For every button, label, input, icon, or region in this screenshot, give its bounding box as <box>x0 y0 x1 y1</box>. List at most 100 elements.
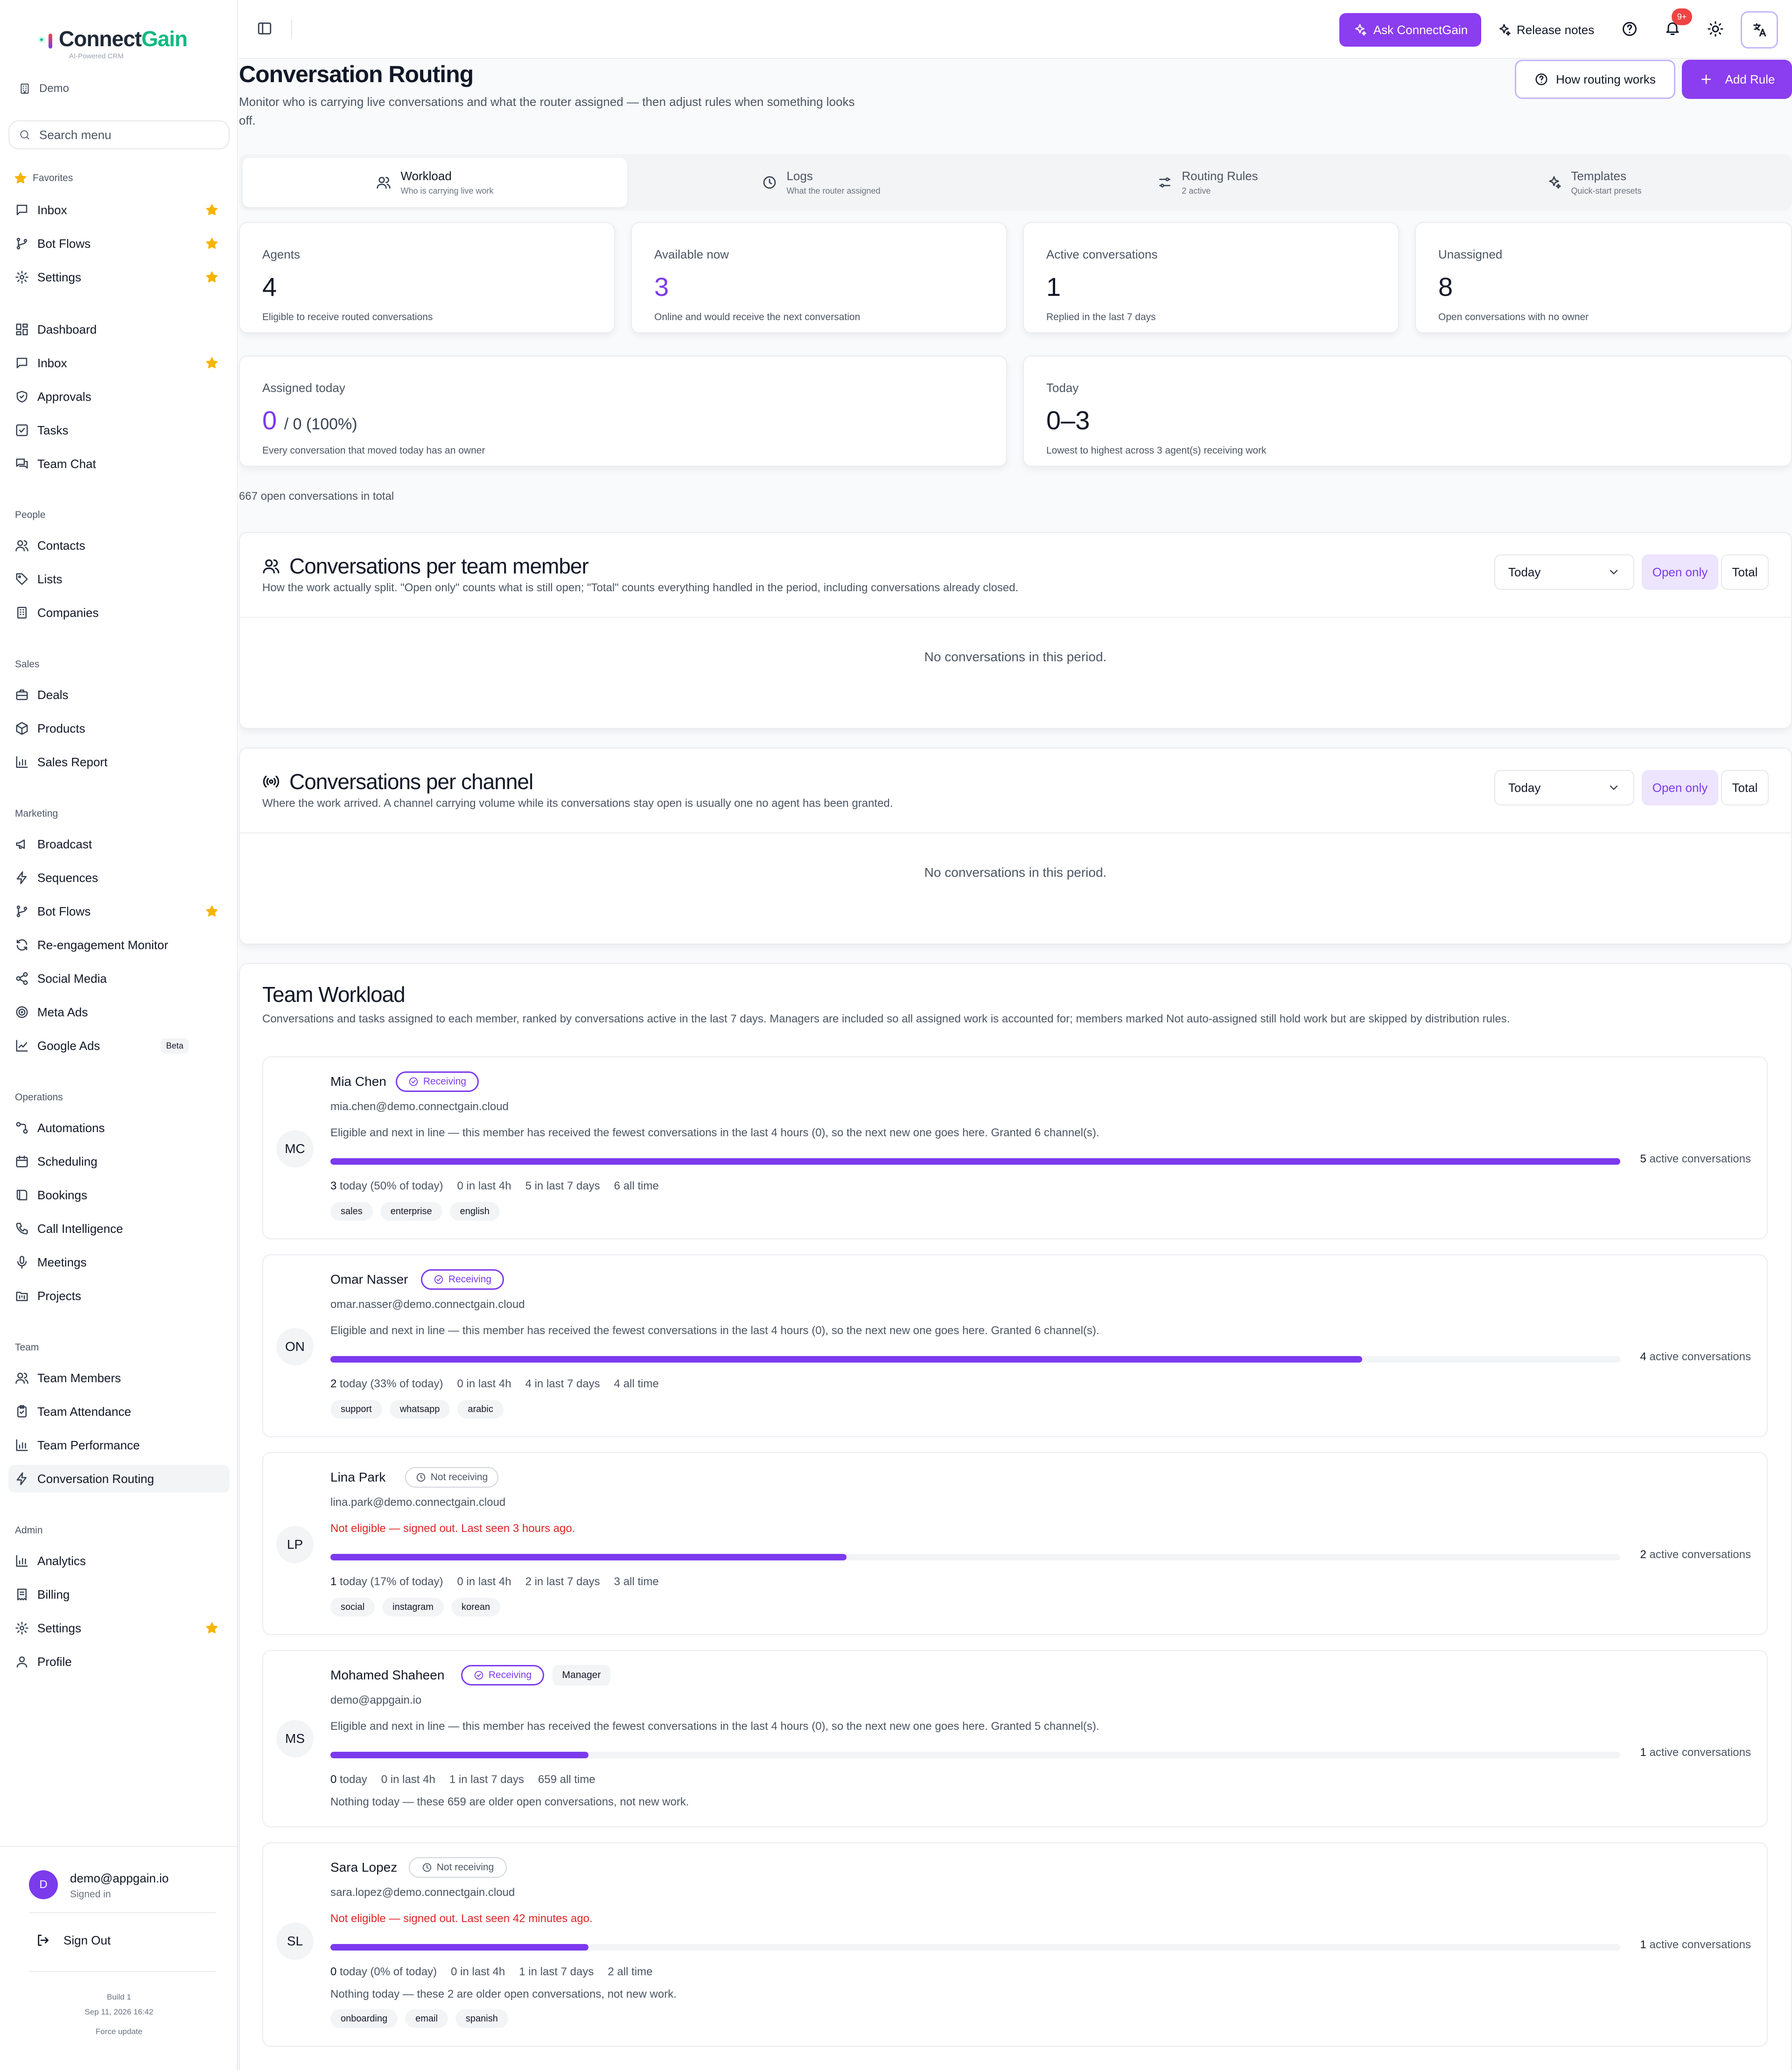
sidebar-item-analytics[interactable]: Analytics <box>8 1547 230 1575</box>
fav-item-inbox[interactable]: Inbox <box>8 196 230 224</box>
total-toggle[interactable]: Total <box>1721 554 1769 590</box>
clipboard-check-icon <box>15 1405 29 1419</box>
member-email: sara.lopez@demo.connectgain.cloud <box>330 1886 515 1899</box>
star-icon[interactable] <box>205 271 218 284</box>
sidebar-item-meetings[interactable]: Meetings <box>8 1248 230 1276</box>
star-icon[interactable] <box>205 905 218 918</box>
sidebar-toggle-icon[interactable] <box>257 21 273 36</box>
sidebar-item-projects[interactable]: Projects <box>8 1282 230 1310</box>
sidebar-item-re-engagement-monitor[interactable]: Re-engagement Monitor <box>8 931 230 959</box>
divider <box>29 1971 216 1972</box>
plus-icon <box>1699 72 1713 86</box>
ask-connectgain-button[interactable]: Ask ConnectGain <box>1339 13 1481 47</box>
sidebar-item-profile[interactable]: Profile <box>8 1648 230 1676</box>
sidebar-item-team-members[interactable]: Team Members <box>8 1364 230 1392</box>
status-badge: Not receiving <box>409 1857 507 1878</box>
sidebar-item-settings[interactable]: Settings <box>8 1614 230 1642</box>
sidebar-item-scheduling[interactable]: Scheduling <box>8 1147 230 1175</box>
sidebar-item-automations[interactable]: Automations <box>8 1114 230 1142</box>
open-only-toggle[interactable]: Open only <box>1642 770 1718 805</box>
star-icon[interactable] <box>205 357 218 370</box>
divider <box>240 832 1791 833</box>
sidebar-item-conversation-routing[interactable]: Conversation Routing <box>8 1465 230 1493</box>
sign-out-button[interactable]: Sign Out <box>35 1933 111 1948</box>
section-label-admin: Admin <box>15 1525 43 1536</box>
fav-item-bot-flows[interactable]: Bot Flows <box>8 230 230 258</box>
sidebar-item-sales-report[interactable]: Sales Report <box>8 748 230 776</box>
member-card[interactable]: ON Omar Nasser Receiving omar.nasser@dem… <box>262 1254 1768 1437</box>
star-icon[interactable] <box>205 203 218 217</box>
sidebar-item-google-ads[interactable]: Google Ads Beta <box>8 1032 230 1060</box>
sidebar-item-broadcast[interactable]: Broadcast <box>8 830 230 858</box>
tab-sublabel: 2 active <box>1182 186 1211 196</box>
chevron-down-icon <box>1607 781 1620 794</box>
sparkles-icon <box>1353 23 1367 37</box>
period-select[interactable]: Today <box>1494 554 1634 590</box>
tab-workload[interactable]: Workload Who is carrying live work <box>243 158 627 207</box>
sidebar-item-approvals[interactable]: Approvals <box>8 383 230 411</box>
period-select[interactable]: Today <box>1494 770 1634 805</box>
stat-card-assigned-today: Assigned today 0 / 0 (100%) Every conver… <box>239 356 1007 467</box>
language-button[interactable] <box>1741 11 1778 49</box>
member-card[interactable]: MS Mohamed Shaheen Receiving Manager dem… <box>262 1650 1768 1827</box>
per-member-panel: Conversations per team member How the wo… <box>239 532 1792 729</box>
sidebar-item-products[interactable]: Products <box>8 714 230 742</box>
tab-logs[interactable]: Logs What the router assigned <box>629 158 1014 207</box>
check-square-icon <box>15 423 29 437</box>
workload-bar <box>330 1752 1620 1758</box>
megaphone-icon <box>15 837 29 851</box>
fav-item-settings[interactable]: Settings <box>8 263 230 291</box>
search-input[interactable] <box>39 127 217 142</box>
logo-mark-icon <box>38 28 54 49</box>
sidebar-item-tasks[interactable]: Tasks <box>8 416 230 444</box>
star-icon[interactable] <box>205 1622 218 1635</box>
sun-icon[interactable] <box>1707 21 1724 37</box>
tag: instagram <box>382 1598 444 1616</box>
stat-note: Lowest to highest across 3 agent(s) rece… <box>1046 445 1267 456</box>
tag-list: social instagram korean <box>330 1598 501 1616</box>
release-notes-button[interactable]: Release notes <box>1497 13 1594 47</box>
star-icon[interactable] <box>205 237 218 250</box>
sidebar-item-contacts[interactable]: Contacts <box>8 531 230 559</box>
book-icon <box>15 1188 29 1202</box>
sidebar-item-sequences[interactable]: Sequences <box>8 864 230 892</box>
add-rule-button[interactable]: Add Rule <box>1682 60 1792 99</box>
sidebar-item-inbox[interactable]: Inbox <box>8 349 230 377</box>
member-card[interactable]: MC Mia Chen Receiving mia.chen@demo.conn… <box>262 1056 1768 1239</box>
sidebar-item-team-performance[interactable]: Team Performance <box>8 1431 230 1459</box>
sidebar-item-billing[interactable]: Billing <box>8 1580 230 1608</box>
tab-label: Logs <box>786 169 813 183</box>
sidebar-item-bot-flows[interactable]: Bot Flows <box>8 897 230 925</box>
page-subtitle: Monitor who is carrying live conversatio… <box>239 95 855 127</box>
avatar: ON <box>276 1328 314 1365</box>
sidebar-item-lists[interactable]: Lists <box>8 565 230 593</box>
sidebar-item-dashboard[interactable]: Dashboard <box>8 315 230 343</box>
sidebar-item-call-intelligence[interactable]: Call Intelligence <box>8 1215 230 1243</box>
message-square-icon <box>15 203 29 217</box>
member-card[interactable]: LP Lina Park Not receiving lina.park@dem… <box>262 1452 1768 1635</box>
sidebar-item-social-media[interactable]: Social Media <box>8 965 230 993</box>
total-toggle[interactable]: Total <box>1721 770 1769 805</box>
tab-templates[interactable]: Templates Quick-start presets <box>1402 158 1786 207</box>
sidebar-item-team-attendance[interactable]: Team Attendance <box>8 1398 230 1426</box>
active-conversations: 5 active conversations <box>1640 1153 1751 1165</box>
sidebar-item-meta-ads[interactable]: Meta Ads <box>8 998 230 1026</box>
search-menu[interactable] <box>8 120 230 149</box>
avatar[interactable]: D <box>29 1870 58 1899</box>
sidebar-item-team-chat[interactable]: Team Chat <box>8 450 230 478</box>
sidebar-item-deals[interactable]: Deals <box>8 681 230 709</box>
sidebar-item-companies[interactable]: Companies <box>8 599 230 627</box>
brand-logo[interactable]: ConnectGain <box>38 26 188 51</box>
open-only-toggle[interactable]: Open only <box>1642 554 1718 590</box>
clock-icon <box>416 1472 426 1483</box>
build-date: Sep 11, 2026 16:42 <box>84 2007 154 2016</box>
how-routing-works-button[interactable]: How routing works <box>1515 60 1675 99</box>
tab-routing-rules[interactable]: Routing Rules 2 active <box>1015 158 1400 207</box>
sidebar-item-bookings[interactable]: Bookings <box>8 1181 230 1209</box>
tab-label: Routing Rules <box>1182 169 1258 183</box>
workspace-switcher[interactable]: Demo <box>19 82 69 95</box>
member-card[interactable]: SL Sara Lopez Not receiving sara.lopez@d… <box>262 1842 1768 2047</box>
avatar: MC <box>276 1130 314 1168</box>
help-circle-icon[interactable] <box>1621 21 1638 37</box>
force-update-link[interactable]: Force update <box>0 2027 238 2036</box>
